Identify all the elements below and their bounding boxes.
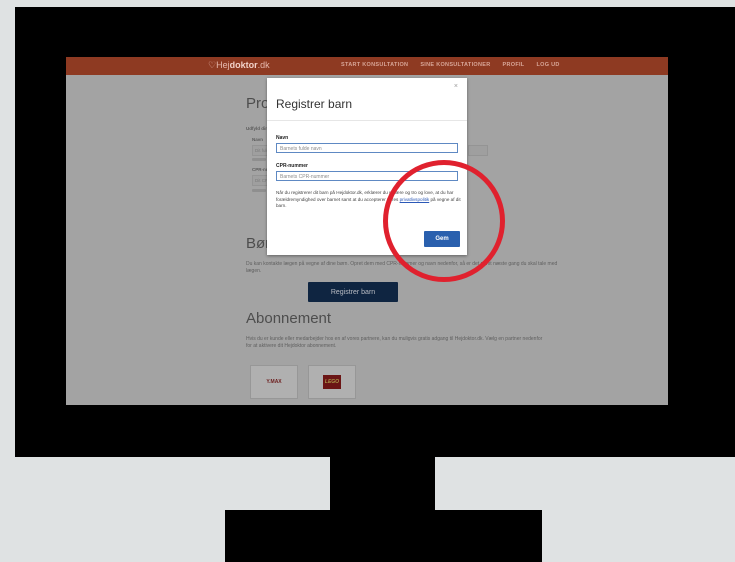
nav-start-konsultation[interactable]: START KONSULTATION	[341, 62, 408, 68]
modal-divider	[267, 120, 467, 121]
helper-line	[252, 189, 266, 192]
subscription-text: Hvis du er kunde eller medarbejder hos e…	[246, 336, 543, 349]
partner-ymax-card[interactable]: Y.MAX	[250, 365, 298, 399]
lego-logo: LEGO	[323, 375, 341, 389]
child-name-label: Navn	[276, 135, 289, 141]
register-child-button[interactable]: Registrer barn	[308, 282, 398, 302]
child-name-input[interactable]: Barnets fulde navn	[276, 143, 458, 153]
monitor-base	[225, 510, 542, 562]
monitor-neck	[330, 457, 435, 510]
nav-links: START KONSULTATION SINE KONSULTATIONER P…	[341, 62, 560, 68]
heart-icon: ♡	[208, 60, 217, 70]
nav-sine-konsultationer[interactable]: SINE KONSULTATIONER	[420, 62, 490, 68]
partner-lego-card[interactable]: LEGO	[308, 365, 356, 399]
child-cpr-label: CPR-nummer	[276, 163, 308, 169]
profile-name-input-end	[468, 145, 488, 156]
nav-profil[interactable]: PROFIL	[503, 62, 525, 68]
top-navigation: ♡Hejdoktor.dk START KONSULTATION SINE KO…	[66, 57, 668, 75]
highlight-circle	[383, 160, 505, 282]
partner-ymax-logo: Y.MAX	[266, 379, 282, 385]
screen: ♡Hejdoktor.dk START KONSULTATION SINE KO…	[66, 57, 668, 405]
modal-title: Registrer barn	[276, 97, 353, 111]
profile-page: Profil Udfyld dine... Navn Dit fulde CPR…	[66, 75, 668, 405]
helper-line	[252, 158, 266, 161]
profile-name-label: Navn	[252, 137, 264, 142]
close-icon[interactable]: ×	[454, 83, 458, 90]
subscription-heading: Abonnement	[246, 310, 332, 327]
nav-log-ud[interactable]: LOG UD	[536, 62, 559, 68]
logo[interactable]: ♡Hejdoktor.dk	[208, 60, 270, 71]
